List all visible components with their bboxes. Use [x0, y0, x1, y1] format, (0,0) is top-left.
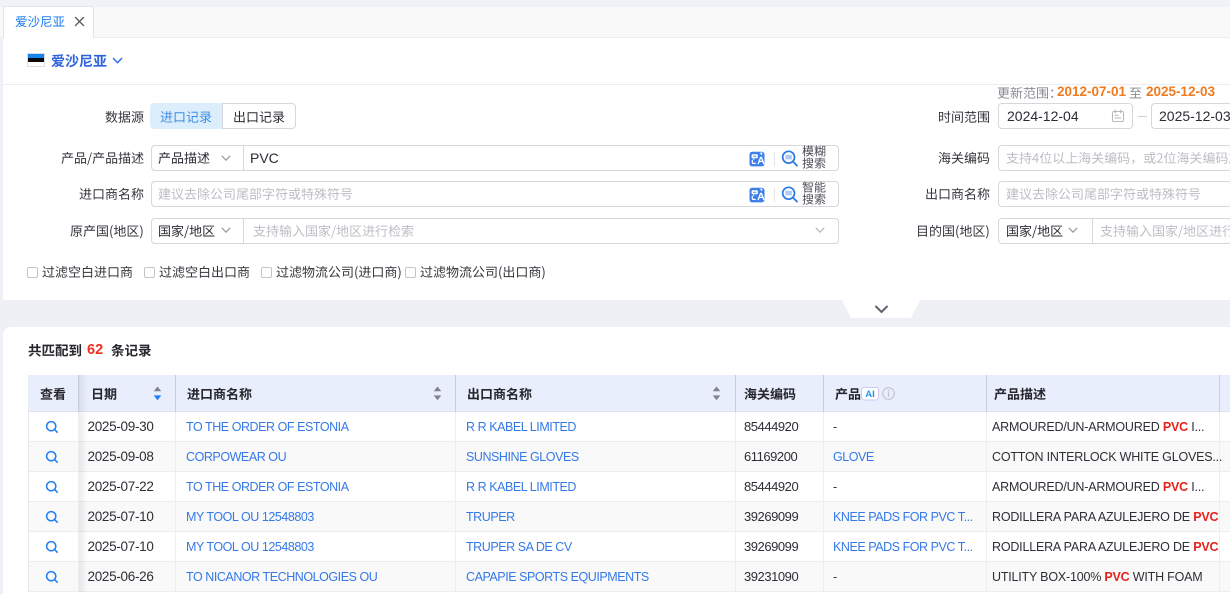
- svg-text:AI: AI: [865, 389, 875, 400]
